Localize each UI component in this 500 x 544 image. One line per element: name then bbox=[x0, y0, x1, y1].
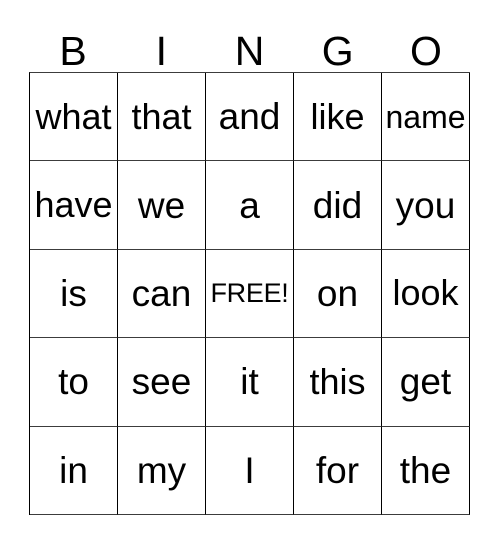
bingo-cell[interactable]: see bbox=[118, 338, 206, 427]
bingo-cell-label: we bbox=[137, 184, 186, 226]
bingo-grid: what that and like name have we a did you is can FRE… bbox=[29, 72, 470, 515]
bingo-cell[interactable]: FREE! bbox=[206, 249, 294, 339]
bingo-cell[interactable]: you bbox=[382, 161, 470, 250]
bingo-cell-label: you bbox=[395, 184, 456, 226]
bingo-cell-label: FREE! bbox=[210, 277, 289, 308]
bingo-cell-label: I bbox=[244, 449, 255, 491]
bingo-cell[interactable]: my bbox=[118, 426, 206, 515]
bingo-cell-label: like bbox=[310, 95, 365, 137]
bingo-cell[interactable]: to bbox=[30, 338, 118, 427]
bingo-cell-label: can bbox=[131, 272, 192, 314]
bingo-cell[interactable]: I bbox=[206, 426, 294, 515]
bingo-header-column-i: I bbox=[117, 22, 205, 72]
bingo-cell-label: have bbox=[34, 184, 113, 226]
bingo-cell[interactable]: get bbox=[382, 338, 470, 427]
bingo-cell-label: the bbox=[399, 449, 452, 491]
bingo-card: B I N G O what that and like name have we a did y… bbox=[0, 0, 500, 544]
bingo-cell[interactable]: what bbox=[30, 73, 118, 162]
bingo-cell-label: did bbox=[312, 184, 363, 226]
bingo-cell[interactable]: and bbox=[206, 73, 294, 162]
bingo-cell[interactable]: a bbox=[206, 161, 294, 250]
bingo-cell-label: it bbox=[240, 361, 259, 403]
bingo-header-column-o: O bbox=[382, 22, 470, 72]
bingo-header-letter: B bbox=[59, 28, 87, 74]
bingo-header: B I N G O bbox=[29, 22, 470, 72]
bingo-header-letter: N bbox=[234, 28, 265, 74]
bingo-header-letter: I bbox=[155, 28, 167, 74]
bingo-cell[interactable]: that bbox=[118, 73, 206, 162]
bingo-cell[interactable]: the bbox=[382, 426, 470, 515]
bingo-cell-label: see bbox=[131, 361, 192, 403]
bingo-cell[interactable]: look bbox=[382, 249, 470, 339]
bingo-cell[interactable]: did bbox=[294, 161, 382, 250]
bingo-cell-label: that bbox=[131, 95, 192, 137]
bingo-header-column-n: N bbox=[205, 22, 293, 72]
bingo-cell[interactable]: for bbox=[294, 426, 382, 515]
bingo-cell-label: is bbox=[60, 272, 87, 314]
bingo-cell[interactable]: it bbox=[206, 338, 294, 427]
bingo-cell[interactable]: can bbox=[118, 249, 206, 339]
bingo-header-letter: O bbox=[409, 28, 442, 74]
bingo-cell[interactable]: we bbox=[118, 161, 206, 250]
bingo-cell-label: to bbox=[58, 361, 89, 403]
bingo-header-letter: G bbox=[321, 28, 354, 74]
bingo-cell[interactable]: like bbox=[294, 73, 382, 162]
bingo-cell-label: in bbox=[59, 449, 88, 491]
bingo-cell[interactable]: in bbox=[30, 426, 118, 515]
bingo-cell[interactable]: this bbox=[294, 338, 382, 427]
bingo-cell-label: and bbox=[218, 96, 281, 138]
bingo-cell-label: look bbox=[392, 272, 459, 314]
bingo-cell[interactable]: on bbox=[294, 249, 382, 339]
bingo-cell[interactable]: name bbox=[382, 73, 470, 162]
bingo-cell-label: what bbox=[35, 95, 112, 137]
bingo-header-column-b: B bbox=[29, 22, 117, 72]
bingo-cell-label: for bbox=[315, 449, 360, 491]
bingo-header-column-g: G bbox=[294, 22, 382, 72]
bingo-cell-label: on bbox=[316, 272, 359, 314]
bingo-cell-label: this bbox=[309, 360, 366, 402]
bingo-cell-label: get bbox=[399, 361, 452, 403]
bingo-cell-label: a bbox=[239, 184, 260, 226]
bingo-cell-label: my bbox=[136, 449, 187, 491]
bingo-cell[interactable]: have bbox=[30, 161, 118, 250]
bingo-cell-label: name bbox=[385, 98, 466, 135]
bingo-cell[interactable]: is bbox=[30, 249, 118, 339]
